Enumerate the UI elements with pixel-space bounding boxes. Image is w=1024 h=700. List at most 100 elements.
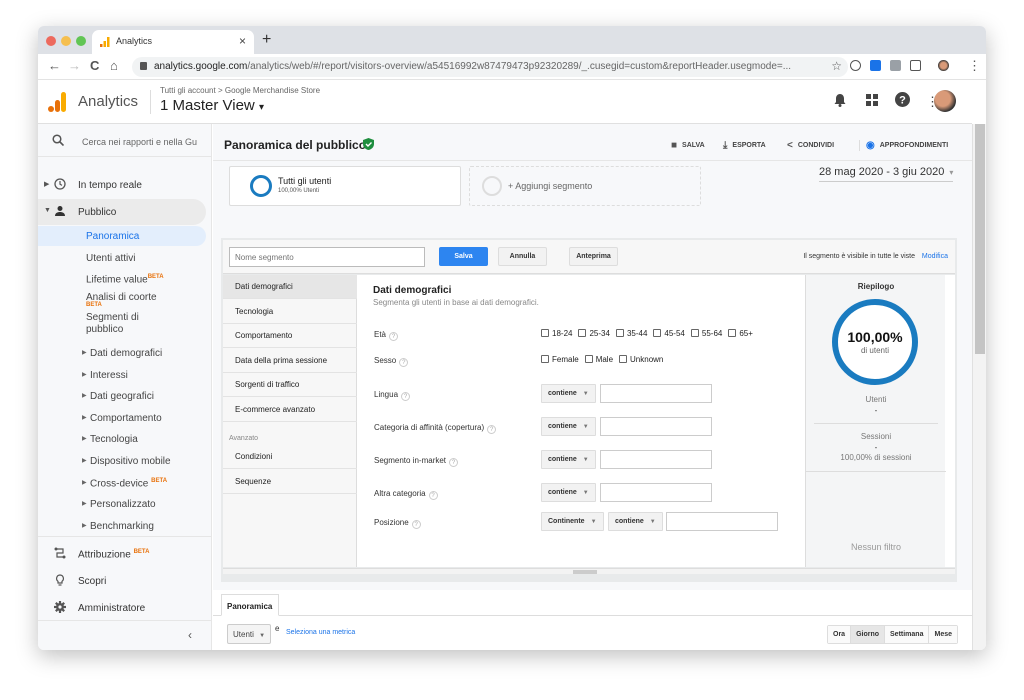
cancel-button[interactable]: Annulla [498, 247, 547, 266]
bookmark-star-icon[interactable]: ☆ [831, 59, 842, 73]
segment-category-item[interactable]: Data della prima sessione [223, 349, 357, 373]
save-report-button[interactable]: ■ SALVA [671, 140, 705, 151]
checkbox-55-64[interactable]: 55-64 [690, 329, 722, 338]
minimize-window-button[interactable] [61, 36, 71, 46]
segment-name-input[interactable] [229, 247, 425, 267]
operator-select[interactable]: contiene ▼ [541, 384, 596, 403]
extension-code-icon[interactable] [890, 60, 901, 71]
scrollbar-thumb[interactable] [573, 570, 597, 574]
sidebar-item-comportamento[interactable]: ▶ Comportamento [38, 409, 206, 427]
segment-category-item[interactable]: E-commerce avanzato [223, 398, 357, 422]
profile-avatar[interactable] [938, 60, 949, 71]
sidebar-item-benchmarking[interactable]: ▶ Benchmarking [38, 517, 206, 535]
extension-info-icon[interactable] [850, 60, 861, 71]
sidebar-item-interessi[interactable]: ▶ Interessi [38, 366, 206, 384]
segment-category-item[interactable]: Dati demografici [223, 275, 357, 299]
checkbox-box[interactable] [541, 355, 549, 363]
checkbox-box[interactable] [619, 355, 628, 363]
granularity-giorno[interactable]: Giorno [851, 626, 886, 643]
filter-value-input[interactable] [600, 483, 712, 502]
select-metric-link[interactable]: Seleziona una metrica [286, 629, 355, 636]
sidebar-item-active-users[interactable]: Utenti attivi [38, 248, 206, 268]
new-tab-button[interactable]: + [262, 31, 271, 49]
extension-blue-icon[interactable] [870, 60, 881, 71]
sidebar-item-dispositivo-mobile[interactable]: ▶ Dispositivo mobile [38, 452, 206, 470]
insights-button[interactable]: ◉ APPROFONDIMENTI [859, 140, 948, 151]
checkbox-box[interactable] [584, 355, 593, 363]
share-button[interactable]: < CONDIVIDI [787, 140, 834, 151]
apps-grid-icon[interactable] [866, 94, 878, 109]
checkbox-18-24[interactable]: 18-24 [541, 329, 572, 338]
maximize-window-button[interactable] [76, 36, 86, 46]
export-button[interactable]: ⤓ ESPORTA [723, 140, 766, 151]
segment-category-item[interactable]: Comportamento [223, 324, 357, 348]
checkbox-box[interactable] [690, 329, 699, 337]
checkbox-box[interactable] [653, 329, 662, 337]
vertical-scrollbar[interactable] [972, 124, 986, 650]
metric-select[interactable]: Utenti ▼ [227, 624, 271, 644]
segment-category-item[interactable]: Sequenze [223, 470, 357, 494]
granularity-ora[interactable]: Ora [828, 626, 852, 643]
checkbox-45-54[interactable]: 45-54 [653, 329, 685, 338]
operator-select[interactable]: contiene ▼ [541, 450, 596, 469]
browser-tab[interactable]: Analytics × [92, 30, 254, 54]
checkbox-35-44[interactable]: 35-44 [615, 329, 647, 338]
sidebar-item-realtime[interactable]: ▶ In tempo reale [38, 172, 206, 198]
sidebar-item-tecnologia[interactable]: ▶ Tecnologia [38, 430, 206, 448]
view-selector[interactable]: 1 Master View ▾ [160, 97, 264, 114]
checkbox-25-34[interactable]: 25-34 [578, 329, 610, 338]
sidebar-item-audience-segments[interactable]: Segmenti di pubblico [38, 310, 206, 338]
sidebar-item-dati-geografici[interactable]: ▶ Dati geografici [38, 387, 206, 405]
scrollbar-thumb[interactable] [975, 124, 985, 354]
home-icon[interactable]: ⌂ [110, 58, 118, 73]
modify-link[interactable]: Modifica [922, 253, 948, 260]
operator-select[interactable]: contiene ▼ [541, 483, 596, 502]
checkbox-unknown[interactable]: Unknown [619, 355, 663, 364]
sidebar-item-dati-demografici[interactable]: ▶ Dati demografici [38, 344, 206, 362]
filter-value-input[interactable] [600, 417, 712, 436]
sidebar-item-overview[interactable]: Panoramica [38, 226, 206, 246]
collapse-sidebar-icon[interactable]: ‹ [188, 628, 192, 642]
location-value-input[interactable] [666, 512, 778, 531]
checkbox-box[interactable] [541, 329, 549, 337]
add-segment-button[interactable]: + Aggiungi segmento [469, 166, 701, 206]
segment-category-item[interactable]: Condizioni [223, 445, 357, 469]
operator-select[interactable]: contiene ▼ [541, 417, 596, 436]
notifications-bell-icon[interactable] [834, 94, 846, 110]
sidebar-item-cohort-analysis[interactable]: Analisi di coorte BETA [38, 290, 206, 310]
segment-category-item[interactable]: Sorgenti di traffico [223, 373, 357, 397]
user-avatar[interactable] [934, 90, 956, 112]
reload-icon[interactable]: C [90, 58, 99, 73]
granularity-settimana[interactable]: Settimana [885, 626, 930, 643]
checkbox-box[interactable] [728, 329, 737, 337]
sidebar-item-audience[interactable]: ▼ Pubblico [38, 199, 206, 225]
filter-value-input[interactable] [600, 384, 712, 403]
checkbox-male[interactable]: Male [584, 355, 613, 364]
back-icon[interactable]: ← [48, 58, 61, 73]
extension-capture-icon[interactable] [910, 60, 921, 71]
sidebar-item-admin[interactable]: Amministratore [38, 595, 206, 621]
sidebar-item-personalizzato[interactable]: ▶ Personalizzato [38, 495, 206, 513]
sidebar-item-attribution[interactable]: Attribuzione BETA [38, 541, 206, 567]
close-window-button[interactable] [46, 36, 56, 46]
horizontal-scrollbar[interactable] [223, 568, 955, 574]
account-breadcrumb[interactable]: Tutti gli account > Google Merchandise S… [160, 86, 320, 95]
sidebar-item-cross-device[interactable]: ▶ Cross-device BETA [38, 474, 206, 492]
save-segment-button[interactable]: Salva [439, 247, 488, 266]
help-icon[interactable]: ? [895, 92, 910, 110]
segment-card-all-users[interactable]: Tutti gli utenti 100,00% Utenti [229, 166, 461, 206]
address-bar[interactable]: analytics.google.com/analytics/web/#/rep… [132, 57, 848, 77]
granularity-mese[interactable]: Mese [929, 626, 957, 643]
checkbox-65-[interactable]: 65+ [728, 329, 753, 338]
location-dimension-select[interactable]: Continente ▼ [541, 512, 604, 531]
segment-category-item[interactable]: Tecnologia [223, 300, 357, 324]
tab-close-icon[interactable]: × [239, 34, 246, 48]
checkbox-box[interactable] [578, 329, 587, 337]
browser-menu-icon[interactable]: ⋮ [968, 58, 981, 74]
sidebar-search-input[interactable]: Cerca nei rapporti e nella Gu [82, 137, 202, 147]
filter-value-input[interactable] [600, 450, 712, 469]
checkbox-box[interactable] [615, 329, 624, 337]
date-range-picker[interactable]: 28 mag 2020 - 3 giu 2020 ▾ [819, 166, 954, 182]
preview-button[interactable]: Anteprima [569, 247, 618, 266]
tab-overview[interactable]: Panoramica [221, 594, 279, 616]
